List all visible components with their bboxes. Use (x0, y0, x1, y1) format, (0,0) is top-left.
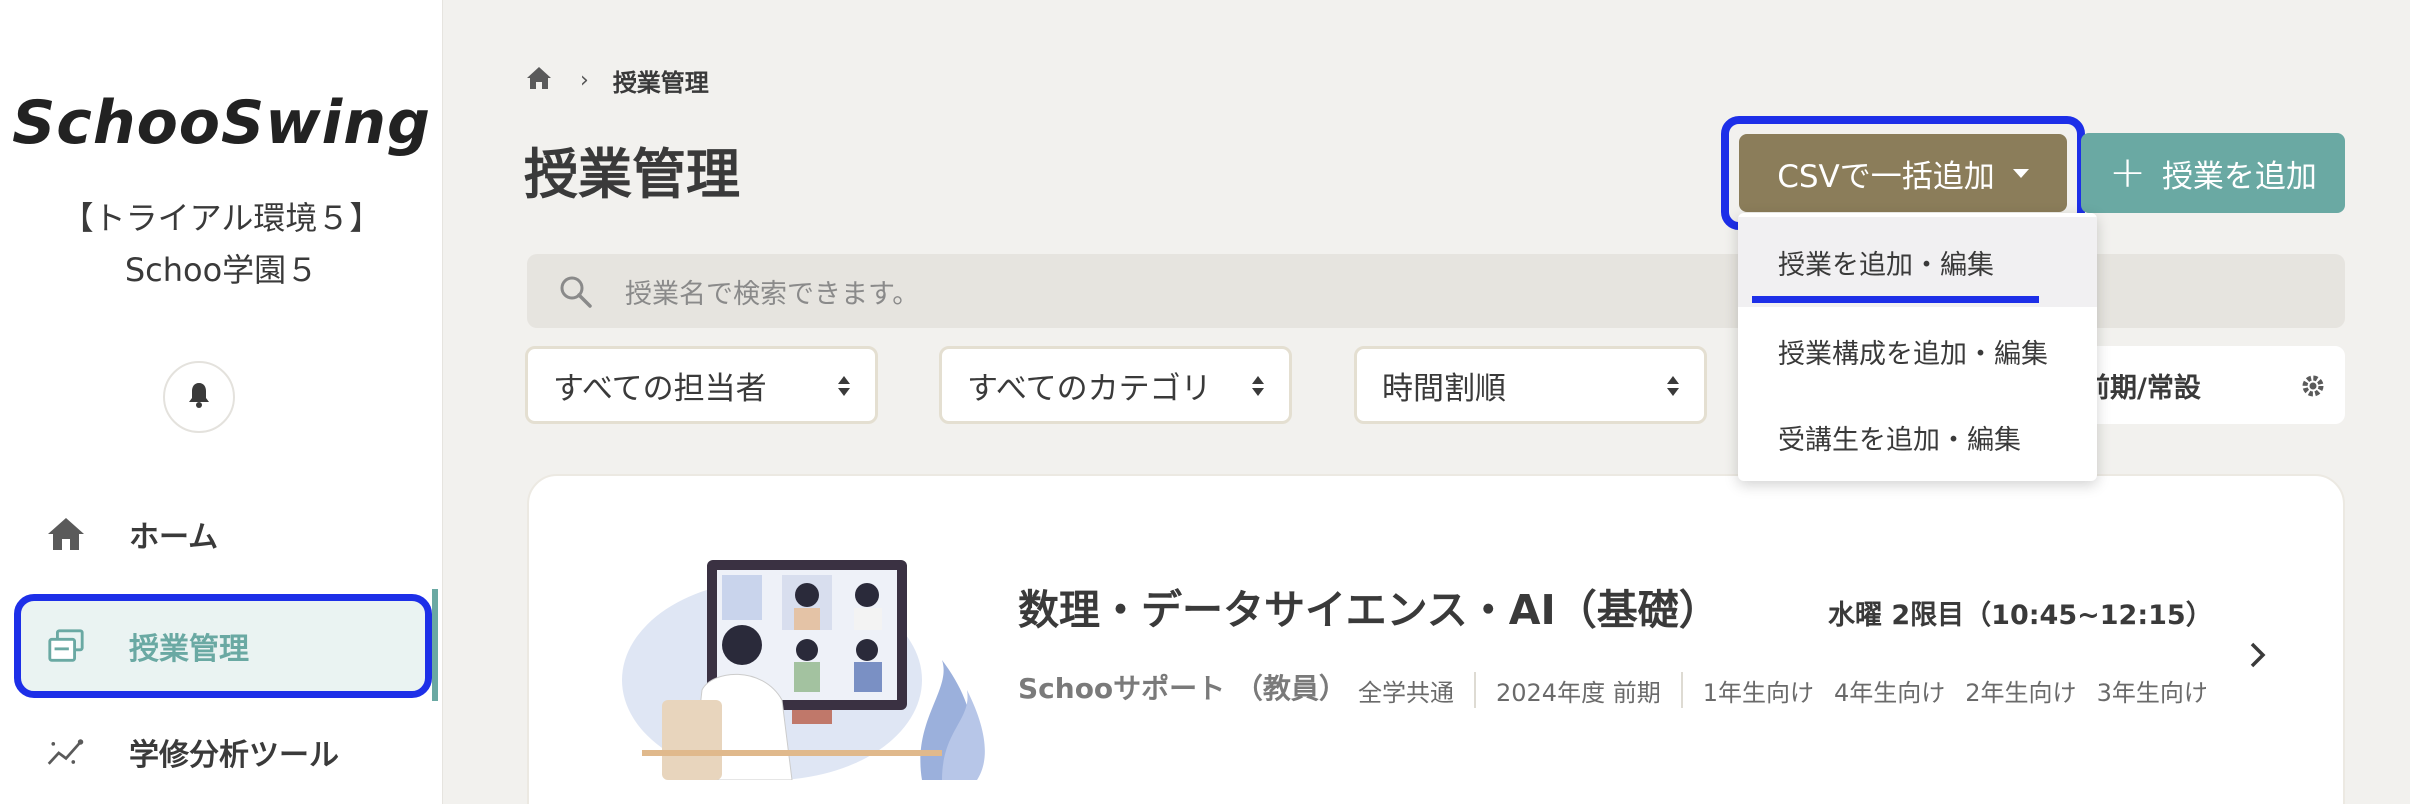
gear-icon[interactable] (2300, 373, 2326, 399)
course-instructor: Schooサポート （教員） (1018, 672, 1347, 705)
tag-grade: 2年生向け (1965, 678, 2077, 707)
classes-icon (46, 626, 86, 666)
active-indicator (432, 589, 438, 701)
course-tags: 全学共通 2024年度 前期 1年生向け 4年生向け 2年生向け 3年生向け (1358, 670, 2208, 710)
menu-item-add-edit-classes[interactable]: 授業を追加・編集 (1738, 217, 2097, 307)
sidebar: SchooSwing 【トライアル環境５】Schoo学園５ ホーム 授業管理 学… (0, 0, 443, 804)
course-schedule: 水曜 2限目（10:45~12:15） (1828, 600, 2213, 631)
add-class-label: 授業を追加 (2161, 158, 2317, 195)
menu-item-highlight (1752, 296, 2039, 303)
app-logo[interactable]: SchooSwing (0, 88, 443, 158)
page-title: 授業管理 (524, 143, 740, 206)
notification-button[interactable] (163, 361, 235, 433)
sidebar-item-label: 学修分析ツール (129, 738, 339, 773)
tag-grade: 4年生向け (1834, 678, 1946, 707)
term-filter-label: 前期/常設 (2083, 372, 2201, 404)
breadcrumb-separator: › (580, 67, 589, 93)
tag-department: 全学共通 (1358, 678, 1454, 707)
csv-button-label: CSVで一括追加 (1777, 158, 1995, 195)
tag-divider (1474, 672, 1476, 708)
organization-name: 【トライアル環境５】Schoo学園５ (61, 199, 382, 289)
sort-arrows-icon (1252, 376, 1264, 396)
select-value: すべてのカテゴリ (967, 370, 1212, 407)
home-icon[interactable] (526, 66, 552, 94)
tag-divider (1680, 672, 1683, 708)
caret-down-icon (2012, 168, 2029, 178)
tag-term: 2024年度 前期 (1496, 678, 1661, 707)
select-value: すべての担当者 (553, 370, 767, 407)
select-value: 時間割順 (1382, 370, 1506, 407)
menu-item-label: 授業を追加・編集 (1778, 249, 1994, 281)
tag-grade: 3年生向け (2096, 678, 2208, 707)
category-filter-select[interactable]: すべてのカテゴリ (939, 346, 1292, 424)
menu-item-label: 授業構成を追加・編集 (1778, 338, 2048, 370)
sort-arrows-icon (1667, 376, 1679, 396)
csv-dropdown-menu: 授業を追加・編集 授業構成を追加・編集 受講生を追加・編集 (1738, 213, 2097, 481)
sidebar-item-label: ホーム (129, 520, 219, 555)
course-illustration (622, 560, 985, 780)
menu-item-add-edit-students[interactable]: 受講生を追加・編集 (1738, 393, 2097, 481)
menu-item-label: 受講生を追加・編集 (1778, 424, 2021, 456)
tag-grade: 1年生向け (1702, 678, 1814, 707)
analytics-icon (46, 732, 86, 772)
menu-item-add-edit-structure[interactable]: 授業構成を追加・編集 (1738, 307, 2097, 395)
course-title[interactable]: 数理・データサイエンス・AI（基礎） (1018, 576, 1720, 636)
search-icon (557, 273, 593, 313)
sidebar-item-home[interactable]: ホーム (14, 482, 432, 586)
owner-filter-select[interactable]: すべての担当者 (525, 346, 878, 424)
add-class-button[interactable]: + 授業を追加 (2081, 133, 2345, 213)
sidebar-item-classes[interactable]: 授業管理 (14, 594, 432, 698)
sort-arrows-icon (838, 376, 850, 396)
sort-order-select[interactable]: 時間割順 (1354, 346, 1707, 424)
breadcrumb-current: 授業管理 (612, 68, 709, 97)
sidebar-item-label: 授業管理 (129, 632, 249, 667)
plus-icon: + (2109, 147, 2146, 198)
sidebar-item-analytics[interactable]: 学修分析ツール (14, 700, 432, 804)
home-icon (46, 514, 86, 554)
csv-bulk-add-button[interactable]: CSVで一括追加 (1739, 134, 2067, 212)
bell-icon (186, 381, 212, 413)
breadcrumb: › 授業管理 (526, 62, 709, 98)
search-placeholder: 授業名で検索できます。 (625, 278, 920, 310)
chevron-right-icon[interactable] (2247, 640, 2269, 670)
